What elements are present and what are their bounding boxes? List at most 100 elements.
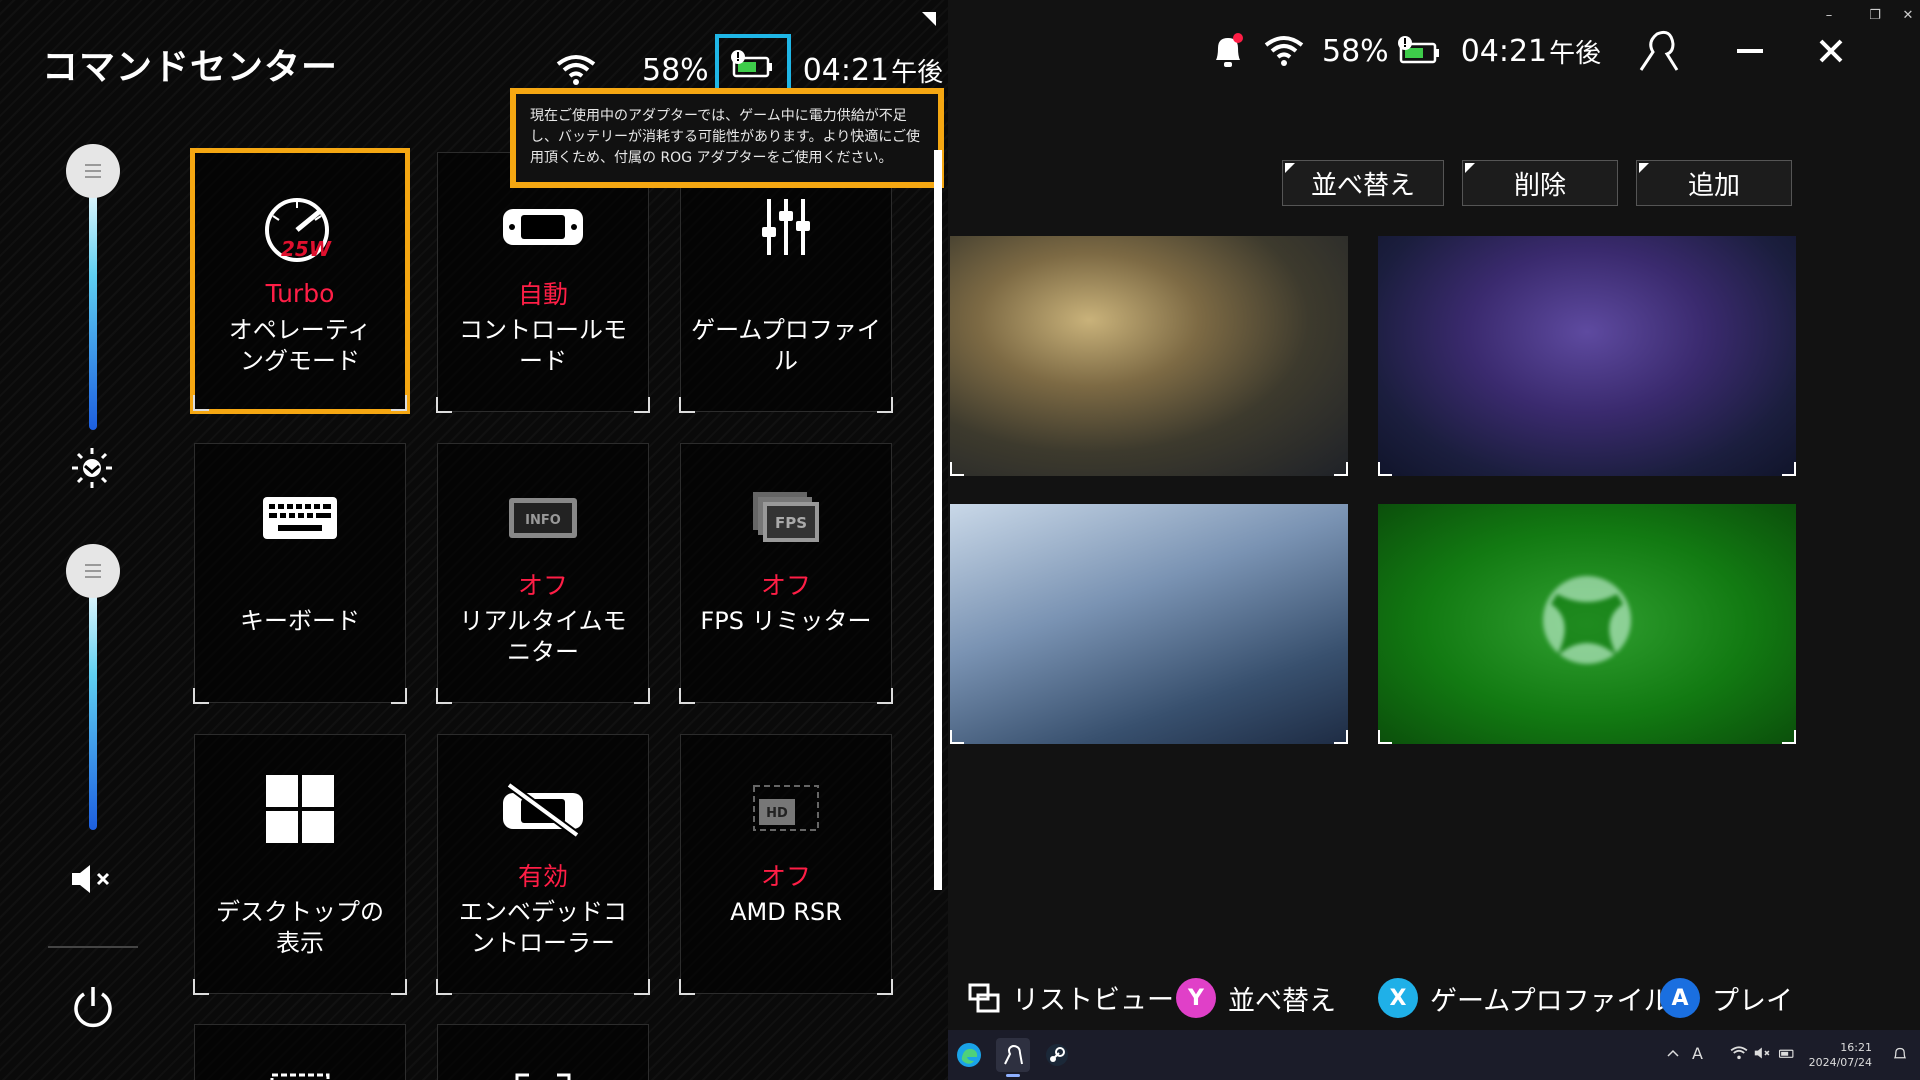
delete-button[interactable]: 削除: [1462, 160, 1618, 206]
capture-frame-icon: [513, 1071, 573, 1080]
tile-control-mode[interactable]: 自動 コントロールモード: [436, 152, 650, 413]
taskbar-date: 2024/07/24: [1808, 1056, 1872, 1069]
footer-play[interactable]: A プレイ: [1660, 978, 1793, 1018]
tile-embedded-controller[interactable]: 有効 エンベデッドコントローラー: [436, 734, 650, 995]
tile-amd-rsr[interactable]: HD オフ AMD RSR: [679, 734, 893, 995]
svg-text:FPS: FPS: [775, 514, 807, 532]
scrollbar[interactable]: [934, 150, 942, 890]
add-button[interactable]: 追加: [1636, 160, 1792, 206]
notification-center-icon[interactable]: [1892, 1046, 1908, 1062]
a-button-icon: A: [1660, 978, 1700, 1018]
tile-status: Turbo: [265, 279, 335, 308]
game-card[interactable]: [950, 504, 1348, 744]
speaker-muted-icon[interactable]: [1754, 1046, 1772, 1060]
tile-label: AMD RSR: [730, 898, 842, 926]
tile-label: リアルタイムモニター: [459, 607, 627, 666]
x-button-icon: X: [1378, 978, 1418, 1018]
game-profile-label: ゲームプロファイル: [1430, 985, 1671, 1017]
taskbar: A 16:21 2024/07/24: [948, 1030, 1920, 1080]
tile-badge: 25W: [281, 237, 332, 261]
command-center-title: コマンドセンター: [42, 47, 339, 88]
volume-slider-handle[interactable]: [66, 544, 120, 598]
tile-operating-mode[interactable]: 25W Turbo オペレーティングモード: [190, 148, 410, 414]
taskbar-clock[interactable]: 16:21 2024/07/24: [1809, 1040, 1872, 1070]
windows-logo-icon: [266, 773, 334, 845]
brightness-icon: [70, 446, 114, 490]
tile-status: 自動: [517, 280, 568, 309]
clock-time: 04:21: [1460, 33, 1548, 69]
clock-suffix: 午後: [1549, 38, 1602, 69]
tile-fps-limiter[interactable]: FPS オフ FPS リミッター: [679, 443, 893, 704]
library-status-bar: 58% 04:21 午後: [1210, 30, 1845, 72]
gauge-icon: 25W: [259, 195, 341, 267]
tile-realtime-monitor[interactable]: INFO オフ リアルタイムモニター: [436, 443, 650, 704]
tile-label: キーボード: [240, 607, 360, 635]
tile-status: オフ: [517, 571, 568, 600]
battery-percent: 58%: [1322, 33, 1389, 69]
gamepad-icon: [501, 191, 585, 263]
game-card[interactable]: [950, 236, 1348, 476]
window-restore-button[interactable]: ❐: [1852, 0, 1898, 30]
wifi-icon[interactable]: [1730, 1046, 1748, 1060]
xbox-logo-icon: [1537, 570, 1637, 670]
adapter-warning-tooltip: 現在ご使用中のアダプターでは、ゲーム中に電力供給が不足し、バッテリーが消耗する可…: [510, 88, 944, 188]
battery-status-highlight[interactable]: [714, 34, 791, 96]
chevron-up-icon[interactable]: [1666, 1048, 1680, 1058]
clock-suffix: 午後: [891, 57, 944, 88]
tile-show-desktop[interactable]: - デスクトップの表示: [193, 734, 407, 995]
account-icon[interactable]: [1637, 30, 1681, 72]
game-card[interactable]: [1378, 236, 1796, 476]
footer-sort[interactable]: Y 並べ替え: [1176, 978, 1336, 1018]
wifi-icon: [1264, 35, 1304, 67]
battery-warning-icon: [730, 48, 776, 82]
tile-partial-2[interactable]: [437, 1024, 649, 1080]
speaker-muted-icon[interactable]: [70, 862, 116, 896]
tile-keyboard[interactable]: - キーボード: [193, 443, 407, 704]
battery-percent: 58%: [642, 52, 709, 88]
tile-game-profile[interactable]: - ゲームプロファイル: [679, 152, 893, 413]
game-card-xbox[interactable]: [1378, 504, 1796, 744]
notification-bell-icon[interactable]: [1210, 32, 1246, 70]
brightness-slider-track[interactable]: [89, 172, 97, 430]
wifi-icon: [556, 54, 596, 86]
tile-status: オフ: [760, 571, 811, 600]
keyboard-icon: [262, 482, 338, 554]
footer-game-profile[interactable]: X ゲームプロファイル: [1378, 978, 1671, 1018]
controller-disabled-icon: [501, 773, 585, 845]
sort-label: 並べ替え: [1228, 985, 1336, 1017]
list-view-icon: [968, 983, 1000, 1013]
tile-partial-1[interactable]: [194, 1024, 406, 1080]
list-view-label: リストビュー: [1012, 985, 1174, 1016]
minimize-icon[interactable]: [1735, 36, 1765, 66]
tile-status: 有効: [517, 862, 568, 891]
tile-status: オフ: [760, 862, 811, 891]
info-monitor-icon: INFO: [507, 482, 579, 554]
play-label: プレイ: [1712, 985, 1793, 1017]
taskbar-time: 16:21: [1840, 1041, 1872, 1054]
ime-indicator[interactable]: A: [1692, 1044, 1703, 1063]
clock-time: 04:21: [802, 52, 890, 88]
tile-label: デスクトップの表示: [216, 898, 384, 957]
tile-label: コントロールモード: [459, 316, 627, 375]
active-indicator: [1006, 1074, 1020, 1077]
equalizer-icon: [761, 191, 811, 263]
svg-text:INFO: INFO: [525, 513, 561, 528]
edge-browser-icon[interactable]: [952, 1038, 986, 1072]
volume-slider-track[interactable]: [89, 572, 97, 830]
armoury-crate-icon[interactable]: [996, 1038, 1030, 1072]
brightness-slider-handle[interactable]: [66, 144, 120, 198]
battery-icon[interactable]: [1778, 1046, 1796, 1060]
tile-label: FPS リミッター: [700, 607, 872, 635]
window-minimize-button[interactable]: –: [1806, 0, 1852, 30]
window-close-button[interactable]: ✕: [1896, 0, 1920, 30]
footer-list-view[interactable]: リストビュー: [968, 978, 1174, 1017]
battery-warning-icon: [1397, 34, 1443, 68]
close-icon[interactable]: [1817, 37, 1845, 65]
command-center-panel: コマンドセンター 58% 04:21 午後 25W Turbo オペレーティング…: [0, 0, 948, 1080]
power-icon[interactable]: [70, 984, 116, 1030]
y-button-icon: Y: [1176, 978, 1216, 1018]
steam-icon[interactable]: [1040, 1038, 1074, 1072]
svg-text:HD: HD: [766, 806, 788, 821]
tile-label: ゲームプロファイル: [691, 316, 881, 375]
sort-button[interactable]: 並べ替え: [1282, 160, 1444, 206]
